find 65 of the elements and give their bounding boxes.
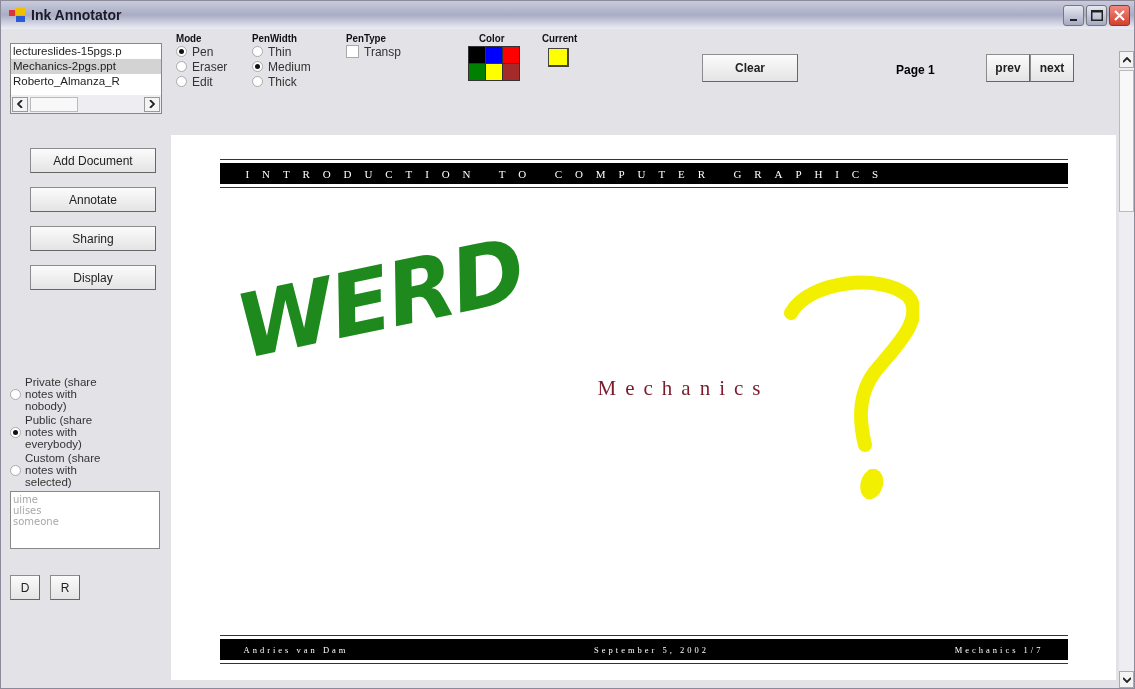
group-label: Mode <box>176 32 203 44</box>
chevron-left-icon <box>17 100 23 108</box>
radio-label: Custom (share notes with selected) <box>25 452 102 488</box>
small-button[interactable]: D <box>10 575 40 600</box>
side-button[interactable]: Sharing <box>30 226 156 251</box>
document-list[interactable]: lectureslides-15pgs.p Mechanics-2pgs.ppt Roberto_Almanza_R <box>10 43 162 114</box>
radio-button[interactable] <box>10 426 21 438</box>
window-title: Ink Annotator <box>31 7 123 23</box>
radio-option[interactable]: Pen <box>176 44 252 59</box>
scroll-up-button[interactable] <box>1119 51 1134 68</box>
footer-text: Mechanics 1/7 <box>954 644 1044 655</box>
minimize-button[interactable] <box>1063 4 1084 26</box>
color-swatch[interactable] <box>503 64 519 80</box>
chevron-right-icon <box>149 100 155 108</box>
side-button[interactable]: Add Document <box>30 148 156 173</box>
page-label: Page 1 <box>896 63 936 77</box>
nav-button[interactable]: prev <box>986 54 1030 82</box>
small-button[interactable]: R <box>50 575 80 600</box>
footer-text: September 5, 2002 <box>594 644 710 655</box>
maximize-button[interactable] <box>1086 4 1107 26</box>
radio-option[interactable]: Medium <box>252 59 346 74</box>
radio-option[interactable]: Edit <box>176 74 252 89</box>
close-icon <box>1114 9 1125 21</box>
radio-option[interactable]: Thick <box>252 74 346 89</box>
color-swatch[interactable] <box>486 47 502 63</box>
color-swatch[interactable] <box>486 64 502 80</box>
vertical-scrollbar[interactable] <box>1119 51 1134 688</box>
radio-option[interactable]: Eraser <box>176 59 252 74</box>
maximize-icon <box>1090 9 1103 21</box>
ink-annotation: WERD <box>229 225 531 373</box>
document-item[interactable]: lectureslides-15pgs.p <box>11 44 161 59</box>
clear-button[interactable]: Clear <box>702 54 798 82</box>
slide-header: INTRODUCTION TO COMPUTER GRAPHICS <box>219 163 1068 184</box>
group-label: Color <box>479 32 505 44</box>
color-swatch[interactable] <box>469 64 485 80</box>
radio-button[interactable] <box>10 464 21 476</box>
color-swatch[interactable] <box>503 47 519 63</box>
close-button[interactable] <box>1109 4 1130 26</box>
minimize-icon <box>1070 18 1077 21</box>
scroll-down-button[interactable] <box>1119 671 1134 688</box>
group-label: PenType <box>346 32 387 44</box>
footer-text: Andries van Dam <box>243 644 349 655</box>
scroll-right-button[interactable] <box>144 96 160 112</box>
slide-canvas[interactable]: INTRODUCTION TO COMPUTER GRAPHICS Mechanics Andries van Dam September 5, 2002 Mechanics 1/7 WERD <box>171 135 1116 680</box>
group-label: PenWidth <box>252 32 298 44</box>
group-label: Current <box>542 32 579 44</box>
scroll-thumb[interactable] <box>1119 70 1134 212</box>
chevron-down-icon <box>1122 676 1131 683</box>
checkbox[interactable]: Transp <box>346 44 454 59</box>
side-button[interactable]: Display <box>30 265 156 290</box>
app-icon <box>9 8 25 22</box>
scroll-thumb[interactable] <box>30 96 78 112</box>
slide-title: Mechanics <box>597 376 770 401</box>
radio-label: Public (share notes with everybody) <box>25 414 94 450</box>
scroll-left-button[interactable] <box>12 96 28 112</box>
radio-option[interactable]: Thin <box>252 44 346 59</box>
color-swatch[interactable] <box>469 47 485 63</box>
radio-label: Private (share notes with nobody) <box>25 376 98 412</box>
horizontal-scrollbar[interactable] <box>11 95 161 113</box>
side-button[interactable]: Annotate <box>30 187 156 212</box>
document-item[interactable]: Roberto_Almanza_R <box>11 74 161 89</box>
document-item[interactable]: Mechanics-2pgs.ppt <box>11 59 161 74</box>
nav-button[interactable]: next <box>1030 54 1074 82</box>
radio-button[interactable] <box>10 388 21 400</box>
chevron-up-icon <box>1122 56 1131 63</box>
